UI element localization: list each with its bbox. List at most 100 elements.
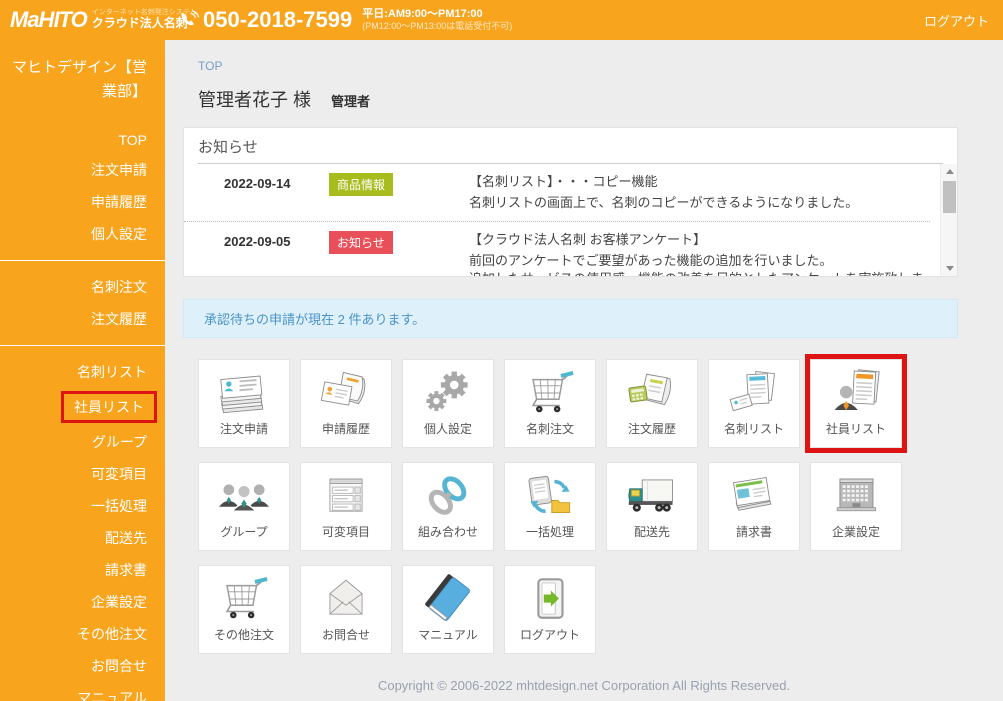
sidebar-item-card-list[interactable]: 名刺リスト — [0, 356, 165, 388]
sidebar-item-invoice[interactable]: 請求書 — [0, 554, 165, 586]
manual-tile[interactable]: マニュアル — [402, 565, 494, 654]
sidebar-item-contact[interactable]: お問合せ — [0, 650, 165, 682]
notice-badge-cell: お知らせ — [329, 231, 424, 276]
invoice-tile[interactable]: 請求書 — [708, 462, 800, 551]
notice-date: 2022-09-05 — [224, 231, 329, 276]
tile-label: 請求書 — [736, 523, 772, 540]
sidebar-menu: TOP注文申請申請履歴個人設定名刺注文注文履歴名刺リスト社員リストグループ可変項… — [0, 126, 165, 701]
notice-panel-title: お知らせ — [198, 136, 943, 164]
sidebar-item-manual[interactable]: マニュアル — [0, 682, 165, 701]
batch-processing-tile[interactable]: 一括処理 — [504, 462, 596, 551]
sidebar-item-shipping-address[interactable]: 配送先 — [0, 522, 165, 554]
employee-list-tile[interactable]: 社員リスト — [810, 359, 902, 448]
sidebar-item-top[interactable]: TOP — [0, 126, 165, 154]
notice-line: 追加したサービスの使用感、機能の改善を目的としたアンケートを実施致します。 — [469, 270, 930, 276]
tile-label: 名刺リスト — [724, 420, 784, 437]
tile-label: お問合せ — [322, 626, 370, 643]
sidebar-item-personal-settings[interactable]: 個人設定 — [0, 218, 165, 250]
sidebar-item-card-order[interactable]: 名刺注文 — [0, 271, 165, 303]
manual-icon — [417, 571, 479, 626]
tile-label: 可変項目 — [322, 523, 370, 540]
brand-name: MaHITO — [10, 7, 87, 33]
main-content: TOP 管理者花子 様 管理者 お知らせ 2022-09-14商品情報【名刺リス… — [165, 40, 1003, 701]
logout-door-icon — [519, 571, 581, 626]
notice-title: 【名刺リスト】・・・コピー機能 — [469, 173, 858, 192]
combination-tile[interactable]: 組み合わせ — [402, 462, 494, 551]
request-history-tile[interactable]: 申請履歴 — [300, 359, 392, 448]
logout-link[interactable]: ログアウト — [924, 11, 989, 30]
notice-panel: お知らせ 2022-09-14商品情報【名刺リスト】・・・コピー機能名刺リストの… — [183, 127, 958, 277]
notice-line: 前回のアンケートでご要望があった機能の追加を行いました。 — [469, 252, 930, 271]
contact-tile[interactable]: お問合せ — [300, 565, 392, 654]
truck-icon — [621, 468, 683, 523]
tile-label: 注文履歴 — [628, 420, 676, 437]
sidebar-item-group[interactable]: グループ — [0, 426, 165, 458]
phone-number: 050-2018-7599 — [203, 7, 352, 33]
card-list-tile[interactable]: 名刺リスト — [708, 359, 800, 448]
phone-icon — [178, 9, 200, 31]
pending-approval-alert: 承認待ちの申請が現在 2 件あります。 — [183, 299, 958, 338]
breadcrumb[interactable]: TOP — [198, 59, 222, 73]
sidebar-group: TOP注文申請申請履歴個人設定 — [0, 126, 165, 250]
scrollbar-thumb[interactable] — [943, 181, 956, 213]
scroll-up-icon[interactable] — [941, 164, 958, 179]
app-logo[interactable]: MaHITO インターネット名刺発注システム クラウド法人名刺 — [0, 5, 172, 35]
card-list-icon — [723, 365, 785, 420]
tile-label: 一括処理 — [526, 523, 574, 540]
notice-content: 【名刺リスト】・・・コピー機能名刺リストの画面上で、名刺のコピーができるようにな… — [469, 173, 858, 213]
employee-list-icon — [825, 365, 887, 420]
personal-settings-tile[interactable]: 個人設定 — [402, 359, 494, 448]
sidebar-company-name: マヒトデザイン【営業部】 — [0, 54, 165, 104]
order-history-tile[interactable]: 注文履歴 — [606, 359, 698, 448]
group-tile[interactable]: グループ — [198, 462, 290, 551]
chain-icon — [417, 468, 479, 523]
building-icon — [825, 468, 887, 523]
notice-content: 【クラウド法人名刺 お客様アンケート】前回のアンケートでご要望があった機能の追加… — [469, 231, 930, 276]
sidebar-item-other-orders[interactable]: その他注文 — [0, 618, 165, 650]
user-role: 管理者 — [331, 91, 370, 110]
sidebar-group: 名刺注文注文履歴 — [0, 271, 165, 335]
sidebar-item-company-settings[interactable]: 企業設定 — [0, 586, 165, 618]
company-settings-tile[interactable]: 企業設定 — [810, 462, 902, 551]
phone-block: 050-2018-7599 平日:AM9:00〜PM17:00 (PM12:00… — [178, 7, 512, 33]
order-request-icon — [213, 365, 275, 420]
sidebar: マヒトデザイン【営業部】 TOP注文申請申請履歴個人設定名刺注文注文履歴名刺リス… — [0, 40, 165, 701]
business-hours-line2: (PM12:00〜PM13:00は電話受付不可) — [362, 21, 512, 32]
notice-row: 2022-09-05お知らせ 【クラウド法人名刺 お客様アンケート】前回のアンケー… — [184, 222, 930, 276]
sidebar-item-employee-list[interactable]: 社員リスト — [61, 391, 157, 423]
sidebar-item-batch-processing[interactable]: 一括処理 — [0, 490, 165, 522]
request-history-icon — [315, 365, 377, 420]
user-name: 管理者花子 様 — [198, 86, 311, 112]
card-order-tile[interactable]: 名刺注文 — [504, 359, 596, 448]
order-request-tile[interactable]: 注文申請 — [198, 359, 290, 448]
scroll-down-icon[interactable] — [941, 261, 958, 276]
cart-icon — [213, 571, 275, 626]
tile-label: 申請履歴 — [322, 420, 370, 437]
logout-tile[interactable]: ログアウト — [504, 565, 596, 654]
tile-label: 名刺注文 — [526, 420, 574, 437]
variable-items-tile[interactable]: 可変項目 — [300, 462, 392, 551]
batch-icon — [519, 468, 581, 523]
sidebar-item-variable-items[interactable]: 可変項目 — [0, 458, 165, 490]
notice-title: 【クラウド法人名刺 お客様アンケート】 — [469, 231, 930, 250]
tile-label: マニュアル — [418, 626, 478, 643]
sidebar-divider — [0, 260, 165, 261]
gears-icon — [417, 365, 479, 420]
other-orders-tile[interactable]: その他注文 — [198, 565, 290, 654]
tile-label: 社員リスト — [826, 420, 886, 437]
business-hours-line1: 平日:AM9:00〜PM17:00 — [362, 8, 512, 22]
notice-category-badge: お知らせ — [329, 231, 393, 254]
tile-label: ログアウト — [520, 626, 580, 643]
sidebar-item-request-history[interactable]: 申請履歴 — [0, 186, 165, 218]
tile-label: 配送先 — [634, 523, 670, 540]
order-history-icon — [621, 365, 683, 420]
tile-label: その他注文 — [214, 626, 274, 643]
app-header: MaHITO インターネット名刺発注システム クラウド法人名刺 050-2018… — [0, 0, 1003, 40]
notice-scrollbar[interactable] — [940, 164, 957, 276]
notice-category-badge: 商品情報 — [329, 173, 393, 196]
sidebar-item-order-request[interactable]: 注文申請 — [0, 154, 165, 186]
shipping-address-tile[interactable]: 配送先 — [606, 462, 698, 551]
sidebar-item-order-history[interactable]: 注文履歴 — [0, 303, 165, 335]
tile-label: 注文申請 — [220, 420, 268, 437]
copyright: Copyright © 2006-2022 mhtdesign.net Corp… — [165, 678, 1003, 693]
